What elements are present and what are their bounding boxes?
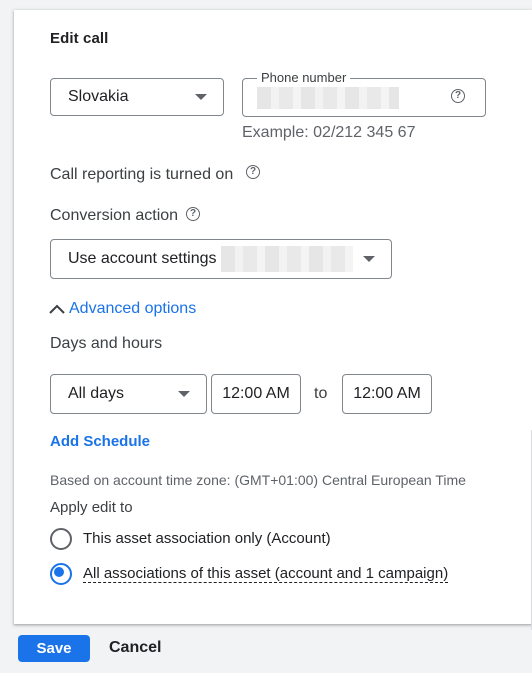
- advanced-options-label: Advanced options: [69, 300, 197, 317]
- radio-button[interactable]: [50, 528, 72, 550]
- help-icon[interactable]: ?: [451, 89, 465, 103]
- edit-call-dialog: Edit call Slovakia Phone number ? Exampl…: [14, 10, 532, 630]
- cancel-button[interactable]: Cancel: [109, 639, 161, 657]
- to-label: to: [314, 385, 328, 402]
- days-select[interactable]: All days: [50, 374, 207, 414]
- timezone-note: Based on account time zone: (GMT+01:00) …: [50, 472, 466, 488]
- radio-dot: [54, 567, 64, 577]
- chevron-down-icon: [195, 94, 207, 100]
- end-time-field[interactable]: 12:00 AM: [342, 374, 432, 414]
- call-reporting-text: Call reporting is turned on: [50, 166, 234, 183]
- chevron-up-icon: [49, 304, 65, 314]
- start-time-field[interactable]: 12:00 AM: [211, 374, 301, 414]
- apply-option-asset-only[interactable]: This asset association only (Account): [50, 528, 490, 552]
- apply-option-all-associations[interactable]: All associations of this asset (account …: [50, 563, 490, 587]
- phone-number-label: Phone number: [257, 70, 351, 85]
- conversion-action-label: Conversion action: [50, 207, 179, 224]
- apply-option-label: This asset association only (Account): [83, 530, 331, 547]
- redacted-phone-value: [257, 87, 399, 109]
- advanced-options-toggle[interactable]: Advanced options: [48, 300, 196, 318]
- dialog-title: Edit call: [50, 30, 109, 47]
- phone-number-field[interactable]: Phone number ?: [242, 70, 486, 117]
- days-value: All days: [68, 385, 125, 402]
- chevron-down-icon: [363, 256, 375, 262]
- country-select[interactable]: Slovakia: [50, 78, 224, 116]
- conversion-action-select[interactable]: Use account settings: [50, 239, 392, 279]
- days-hours-label: Days and hours: [50, 335, 163, 352]
- radio-button-selected[interactable]: [50, 563, 72, 585]
- phone-example: Example: 02/212 345 67: [242, 124, 416, 141]
- save-button[interactable]: Save: [18, 635, 90, 662]
- help-icon[interactable]: ?: [246, 165, 260, 179]
- apply-option-label: All associations of this asset (account …: [83, 565, 449, 583]
- redacted-conversion-detail: [220, 246, 353, 272]
- country-value: Slovakia: [68, 88, 129, 105]
- conversion-action-value: Use account settings: [68, 250, 217, 267]
- chevron-down-icon: [178, 391, 190, 397]
- add-schedule-link[interactable]: Add Schedule: [50, 433, 150, 450]
- help-icon[interactable]: ?: [186, 207, 200, 221]
- apply-edit-label: Apply edit to: [50, 499, 133, 516]
